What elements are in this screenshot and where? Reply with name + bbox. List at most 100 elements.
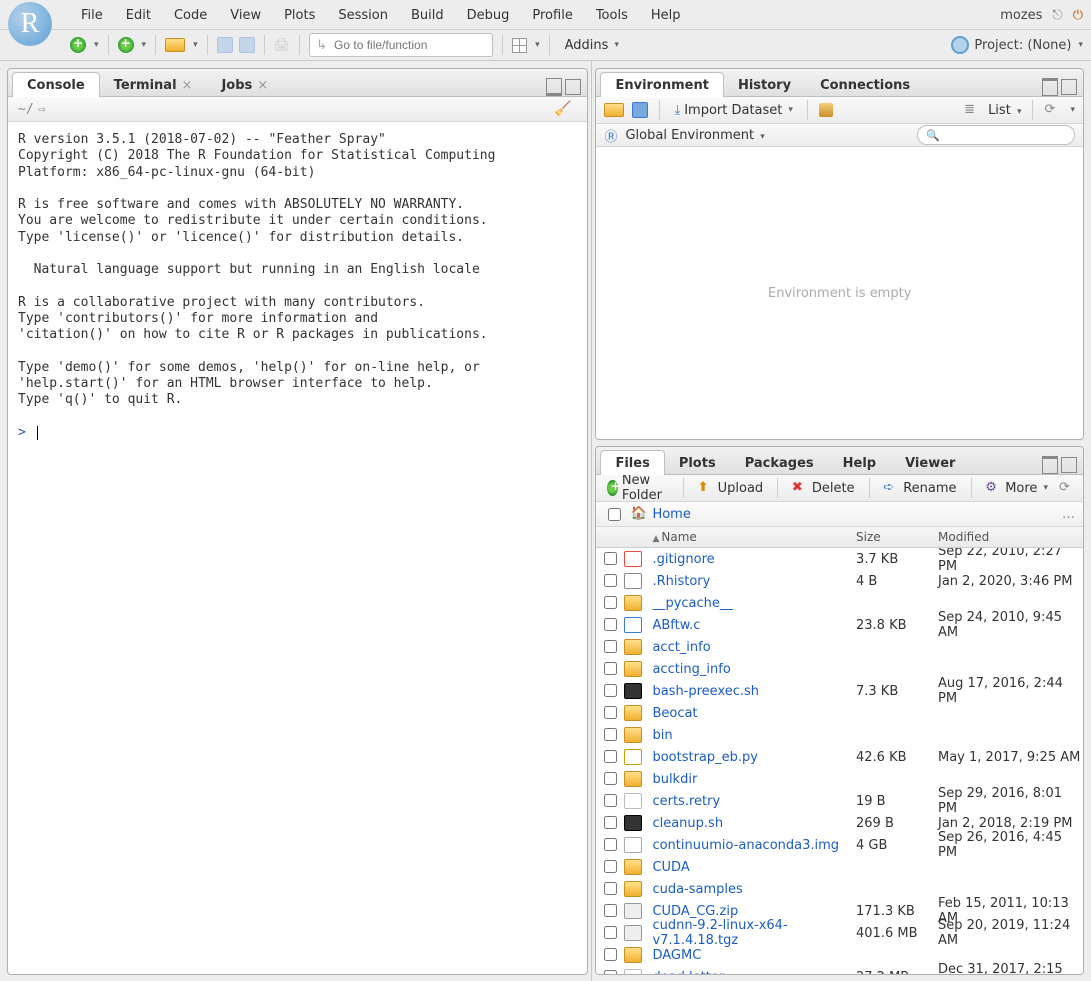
menu-view[interactable]: View: [219, 4, 272, 27]
console-go-arrow-icon[interactable]: ⇨: [38, 102, 46, 117]
workspace-panes-button[interactable]: [512, 38, 527, 53]
file-link[interactable]: CUDA_CG.zip: [652, 904, 738, 919]
file-checkbox[interactable]: [604, 794, 617, 807]
tab-terminal[interactable]: Terminal×: [99, 72, 208, 97]
file-link[interactable]: bulkdir: [652, 772, 697, 787]
tab-packages[interactable]: Packages: [730, 450, 829, 475]
home-icon[interactable]: 🏠: [630, 506, 646, 522]
file-checkbox[interactable]: [604, 640, 617, 653]
clear-console-icon[interactable]: 🧹: [554, 101, 577, 117]
delete-button[interactable]: ✖Delete: [789, 478, 858, 498]
import-dataset-button[interactable]: ⤓ Import Dataset▾: [671, 101, 795, 120]
file-link[interactable]: DAGMC: [652, 948, 701, 963]
file-checkbox[interactable]: [604, 618, 617, 631]
file-link[interactable]: continuumio-anaconda3.img: [652, 838, 839, 853]
file-checkbox[interactable]: [604, 728, 617, 741]
file-link[interactable]: accting_info: [652, 662, 730, 677]
power-icon[interactable]: ⏻: [1073, 8, 1083, 23]
file-checkbox[interactable]: [604, 816, 617, 829]
select-all-checkbox[interactable]: [608, 508, 621, 521]
file-link[interactable]: acct_info: [652, 640, 710, 655]
file-checkbox[interactable]: [604, 948, 617, 961]
tab-help[interactable]: Help: [828, 450, 891, 475]
file-checkbox[interactable]: [604, 662, 617, 675]
file-checkbox[interactable]: [604, 750, 617, 763]
file-link[interactable]: CUDA: [652, 860, 689, 875]
file-checkbox[interactable]: [604, 706, 617, 719]
environment-search-field[interactable]: 🔍: [917, 125, 1075, 145]
file-checkbox[interactable]: [604, 596, 617, 609]
file-checkbox[interactable]: [604, 970, 617, 974]
tab-viewer[interactable]: Viewer: [890, 450, 970, 475]
save-button[interactable]: [217, 37, 233, 53]
save-all-button[interactable]: [239, 37, 255, 53]
goto-input[interactable]: [332, 37, 486, 53]
file-link[interactable]: .gitignore: [652, 552, 714, 567]
file-link[interactable]: ABftw.c: [652, 618, 700, 633]
menu-tools[interactable]: Tools: [585, 4, 639, 27]
file-link[interactable]: bootstrap_eb.py: [652, 750, 758, 765]
menu-profile[interactable]: Profile: [521, 4, 583, 27]
file-checkbox[interactable]: [604, 574, 617, 587]
tab-console[interactable]: Console: [12, 72, 100, 97]
column-header-modified[interactable]: Modified: [938, 530, 1083, 544]
menu-file[interactable]: File: [70, 4, 114, 27]
file-checkbox[interactable]: [604, 838, 617, 851]
file-checkbox[interactable]: [604, 904, 617, 917]
file-link[interactable]: certs.retry: [652, 794, 720, 809]
tab-connections[interactable]: Connections: [805, 72, 925, 97]
file-checkbox[interactable]: [604, 860, 617, 873]
console-output[interactable]: R version 3.5.1 (2018-07-02) -- "Feather…: [8, 122, 587, 974]
file-link[interactable]: Beocat: [652, 706, 697, 721]
menu-edit[interactable]: Edit: [115, 4, 162, 27]
menu-debug[interactable]: Debug: [456, 4, 521, 27]
close-icon[interactable]: ×: [182, 78, 193, 93]
minimize-pane-icon[interactable]: [546, 78, 562, 96]
path-ellipsis-button[interactable]: …: [1062, 507, 1075, 522]
file-link[interactable]: cudnn-9.2-linux-x64-v7.1.4.18.tgz: [652, 918, 787, 948]
file-link[interactable]: dead.letter: [652, 970, 724, 975]
more-button[interactable]: ⚙More ▾: [982, 478, 1051, 498]
project-label[interactable]: Project: (None): [974, 38, 1071, 53]
tab-files[interactable]: Files: [600, 450, 664, 475]
load-workspace-button[interactable]: [604, 103, 624, 117]
menu-code[interactable]: Code: [163, 4, 218, 27]
column-header-size[interactable]: Size: [856, 530, 938, 544]
file-checkbox[interactable]: [604, 772, 617, 785]
menu-session[interactable]: Session: [327, 4, 399, 27]
maximize-pane-icon[interactable]: [1061, 79, 1077, 95]
refresh-files-icon[interactable]: ⟳: [1059, 480, 1075, 496]
maximize-pane-icon[interactable]: [1061, 457, 1077, 473]
file-link[interactable]: cuda-samples: [652, 882, 742, 897]
file-checkbox[interactable]: [604, 552, 617, 565]
goto-file-function-field[interactable]: ↳: [309, 33, 493, 57]
file-link[interactable]: bash-preexec.sh: [652, 684, 759, 699]
tab-jobs[interactable]: Jobs×: [206, 72, 283, 97]
menu-plots[interactable]: Plots: [273, 4, 326, 27]
rename-button[interactable]: ➪Rename: [880, 478, 959, 498]
file-checkbox[interactable]: [604, 882, 617, 895]
tab-environment[interactable]: Environment: [600, 72, 724, 97]
file-link[interactable]: .Rhistory: [652, 574, 710, 589]
addins-dropdown[interactable]: Addins▾: [559, 36, 625, 55]
signout-icon[interactable]: ⎋: [1052, 8, 1062, 23]
minimize-pane-icon[interactable]: [1042, 78, 1058, 96]
new-folder-button[interactable]: New Folder: [604, 471, 672, 505]
file-link[interactable]: bin: [652, 728, 672, 743]
view-mode-dropdown[interactable]: List ▾: [988, 103, 1021, 118]
new-file-button[interactable]: [70, 37, 86, 53]
close-icon[interactable]: ×: [257, 78, 268, 93]
minimize-pane-icon[interactable]: [1042, 456, 1058, 474]
refresh-env-icon[interactable]: ⟳: [1044, 102, 1060, 118]
clear-environment-button[interactable]: [819, 103, 833, 117]
menu-build[interactable]: Build: [400, 4, 455, 27]
maximize-pane-icon[interactable]: [565, 79, 581, 95]
breadcrumb-home[interactable]: Home: [652, 507, 690, 522]
file-checkbox[interactable]: [604, 926, 617, 939]
upload-button[interactable]: ⬆Upload: [695, 478, 767, 498]
environment-search-input[interactable]: [940, 127, 1066, 143]
file-link[interactable]: cleanup.sh: [652, 816, 723, 831]
tab-history[interactable]: History: [723, 72, 806, 97]
save-workspace-button[interactable]: [632, 102, 648, 118]
global-environment-dropdown[interactable]: Global Environment ▾: [625, 128, 764, 143]
